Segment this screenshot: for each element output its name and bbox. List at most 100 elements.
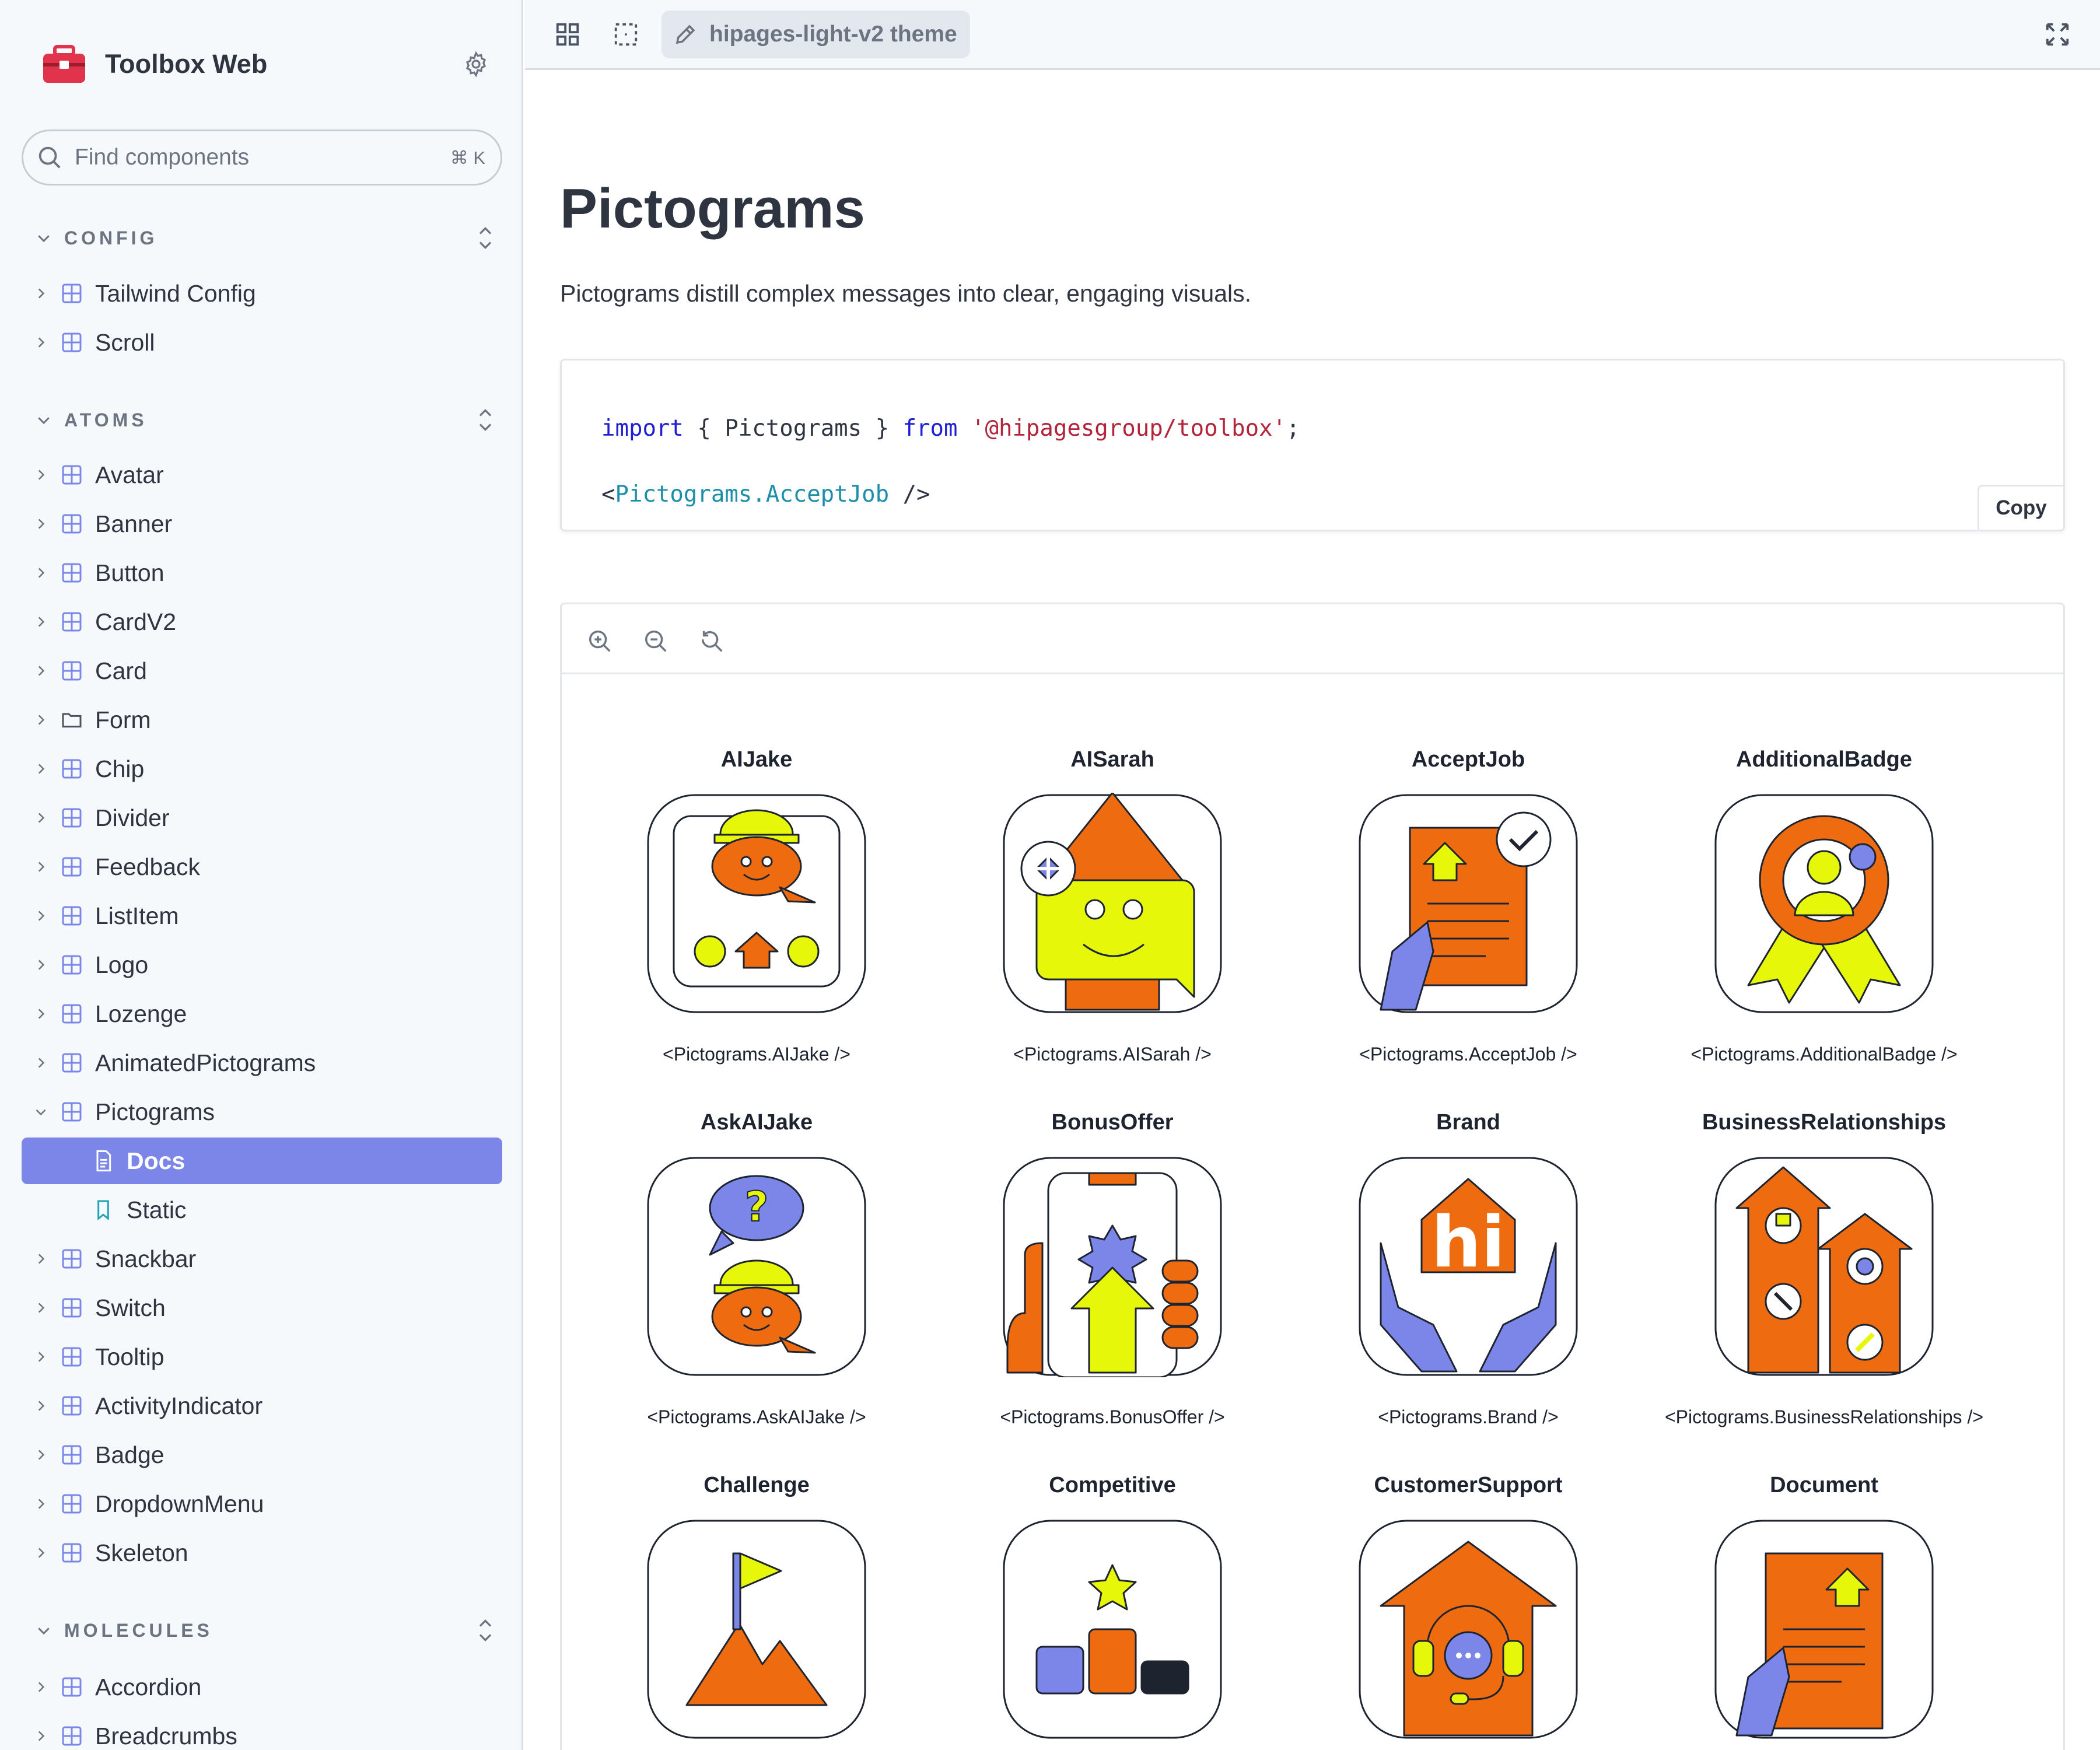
zoom-in-icon[interactable] bbox=[586, 628, 613, 654]
sidebar-item-switch[interactable]: Switch bbox=[22, 1284, 502, 1331]
page-title: Pictograms bbox=[560, 177, 865, 240]
sidebar-item-static[interactable]: Static bbox=[22, 1186, 502, 1233]
sidebar-item-logo[interactable]: Logo bbox=[22, 942, 502, 988]
chevron-right-icon bbox=[38, 1303, 45, 1313]
chevron-right-icon bbox=[38, 568, 45, 578]
sidebar-item-skeleton[interactable]: Skeleton bbox=[22, 1530, 502, 1576]
pictogram-card-aijake[interactable]: AIJake <Pictograms.AIJake /> bbox=[579, 747, 935, 1109]
chevron-right-icon bbox=[38, 337, 45, 348]
component-icon bbox=[62, 906, 82, 926]
pictogram-card-bonusoffer[interactable]: BonusOffer <Pictograms.BonusOffer /> bbox=[935, 1110, 1290, 1472]
brand[interactable]: Toolbox Web bbox=[41, 41, 267, 88]
sidebar-item-feedback[interactable]: Feedback bbox=[22, 844, 502, 890]
sidebar-item-dropdownmenu[interactable]: DropdownMenu bbox=[22, 1480, 502, 1527]
page-description: Pictograms distill complex messages into… bbox=[560, 280, 1251, 307]
sidebar-item-snackbar[interactable]: Snackbar bbox=[22, 1236, 502, 1282]
pictogram-card-businessrelationships[interactable]: BusinessRelationships <Pictograms.Busines… bbox=[1646, 1110, 2002, 1472]
sidebar-item-tooltip[interactable]: Tooltip bbox=[22, 1334, 502, 1380]
pictogram-name: Challenge bbox=[704, 1473, 810, 1497]
sidebar-item-docs[interactable]: Docs bbox=[22, 1138, 502, 1184]
pictogram-businessrelationships-icon bbox=[1714, 1157, 1934, 1376]
sidebar-section-config[interactable]: CONFIG bbox=[35, 220, 496, 256]
pictogram-card-challenge[interactable]: Challenge bbox=[579, 1473, 935, 1750]
chevron-right-icon bbox=[38, 1548, 45, 1558]
sidebar-item-label: Breadcrumbs bbox=[95, 1722, 237, 1749]
chevron-right-icon bbox=[38, 1731, 45, 1741]
pictogram-card-document[interactable]: Document bbox=[1646, 1473, 2002, 1750]
sidebar-item-form[interactable]: Form bbox=[22, 696, 502, 743]
sidebar-item-badge[interactable]: Badge bbox=[22, 1432, 502, 1478]
pictogram-code: <Pictograms.Brand /> bbox=[1378, 1406, 1559, 1427]
sidebar-item-label: Banner bbox=[95, 510, 173, 537]
pictogram-code: <Pictograms.AISarah /> bbox=[1013, 1044, 1212, 1065]
pictogram-challenge-icon bbox=[647, 1520, 866, 1739]
pictogram-name: Document bbox=[1770, 1473, 1878, 1497]
pictogram-card-aisarah[interactable]: AISarah <Pictograms.AISarah /> bbox=[935, 747, 1290, 1109]
sidebar-item-cardv2[interactable]: CardV2 bbox=[22, 598, 502, 645]
sidebar-item-divider[interactable]: Divider bbox=[22, 794, 502, 841]
sidebar-item-label: Snackbar bbox=[95, 1245, 197, 1272]
chevron-right-icon bbox=[38, 666, 45, 676]
sidebar-item-listitem[interactable]: ListItem bbox=[22, 892, 502, 939]
sidebar-item-label: Divider bbox=[95, 804, 170, 831]
sidebar-item-accordion[interactable]: Accordion bbox=[22, 1664, 502, 1710]
svg-text:hi: hi bbox=[1432, 1202, 1506, 1283]
sidebar-item-label: Badge bbox=[95, 1441, 164, 1468]
sidebar-item-pictograms[interactable]: Pictograms bbox=[22, 1088, 502, 1135]
chevron-right-icon bbox=[38, 715, 45, 725]
sidebar-item-lozenge[interactable]: Lozenge bbox=[22, 991, 502, 1037]
gear-icon[interactable] bbox=[462, 50, 490, 78]
chevron-right-icon bbox=[38, 1009, 45, 1019]
sidebar-item-label: Avatar bbox=[95, 461, 164, 488]
sidebar-item-label: Static bbox=[127, 1196, 187, 1223]
sidebar-item-avatar[interactable]: Avatar bbox=[22, 452, 502, 498]
pictogram-card-additionalbadge[interactable]: AdditionalBadge <Pictograms.AdditionalBad… bbox=[1646, 747, 2002, 1109]
component-icon bbox=[62, 284, 82, 303]
sidebar-item-animatedpictograms[interactable]: AnimatedPictograms bbox=[22, 1040, 502, 1086]
expand-collapse-icon[interactable] bbox=[475, 405, 496, 435]
pictogram-card-askaijake[interactable]: AskAIJake? <Pictograms.AskAIJake /> bbox=[579, 1110, 935, 1472]
expand-collapse-icon[interactable] bbox=[475, 1616, 496, 1645]
component-icon bbox=[62, 514, 82, 534]
grid-icon[interactable] bbox=[554, 21, 581, 48]
sidebar-item-tailwind-config[interactable]: Tailwind Config bbox=[22, 270, 502, 317]
sidebar-item-card[interactable]: Card bbox=[22, 648, 502, 694]
copy-button[interactable]: Copy bbox=[1978, 485, 2065, 531]
sidebar-item-label: DropdownMenu bbox=[95, 1490, 264, 1517]
search-input[interactable]: Find components ⌘ K bbox=[22, 130, 502, 186]
sidebar-section-atoms[interactable]: ATOMS bbox=[35, 402, 496, 438]
sidebar-item-breadcrumbs[interactable]: Breadcrumbs bbox=[22, 1713, 502, 1750]
pictogram-aisarah-icon bbox=[1003, 793, 1222, 1013]
outline-icon[interactable] bbox=[612, 21, 639, 48]
expand-collapse-icon[interactable] bbox=[475, 223, 496, 253]
pictogram-code: <Pictograms.AdditionalBadge /> bbox=[1690, 1044, 1958, 1065]
code-text: import { Pictograms } from '@hipagesgrou… bbox=[601, 396, 1300, 527]
zoom-out-icon[interactable] bbox=[642, 628, 669, 654]
pictogram-additionalbadge-icon bbox=[1714, 794, 1934, 1013]
sidebar-item-label: Card bbox=[95, 657, 147, 684]
sidebar: Toolbox Web Find components ⌘ K CONFIG Ta… bbox=[0, 0, 523, 1750]
component-icon bbox=[62, 955, 82, 975]
chevron-down-icon bbox=[38, 417, 50, 425]
sidebar-item-scroll[interactable]: Scroll bbox=[22, 319, 502, 366]
code-module-string: '@hipagesgroup/toolbox' bbox=[971, 415, 1287, 442]
pictogram-card-brand[interactable]: Brand hi <Pictograms.Brand /> bbox=[1290, 1110, 1646, 1472]
pictogram-card-customersupport[interactable]: CustomerSupport bbox=[1290, 1473, 1646, 1750]
sidebar-item-label: AnimatedPictograms bbox=[95, 1049, 316, 1076]
fullscreen-icon[interactable] bbox=[2044, 21, 2071, 48]
component-icon bbox=[62, 465, 82, 485]
pictogram-card-acceptjob[interactable]: AcceptJob <Pictograms.AcceptJob /> bbox=[1290, 747, 1646, 1109]
sidebar-item-button[interactable]: Button bbox=[22, 550, 502, 596]
chevron-right-icon bbox=[38, 911, 45, 921]
chevron-right-icon bbox=[38, 1352, 45, 1362]
sidebar-section-molecules[interactable]: MOLECULES bbox=[35, 1613, 496, 1648]
chevron-right-icon bbox=[38, 617, 45, 627]
pictogram-bonusoffer-icon bbox=[1003, 1157, 1222, 1377]
sidebar-item-activityindicator[interactable]: ActivityIndicator bbox=[22, 1382, 502, 1429]
theme-button[interactable]: hipages-light-v2 theme bbox=[662, 10, 970, 58]
pictogram-code: <Pictograms.BusinessRelationships /> bbox=[1664, 1406, 1984, 1427]
sidebar-item-chip[interactable]: Chip bbox=[22, 746, 502, 792]
pictogram-card-competitive[interactable]: Competitive bbox=[935, 1473, 1290, 1750]
sidebar-item-banner[interactable]: Banner bbox=[22, 501, 502, 547]
zoom-reset-icon[interactable] bbox=[698, 628, 725, 654]
